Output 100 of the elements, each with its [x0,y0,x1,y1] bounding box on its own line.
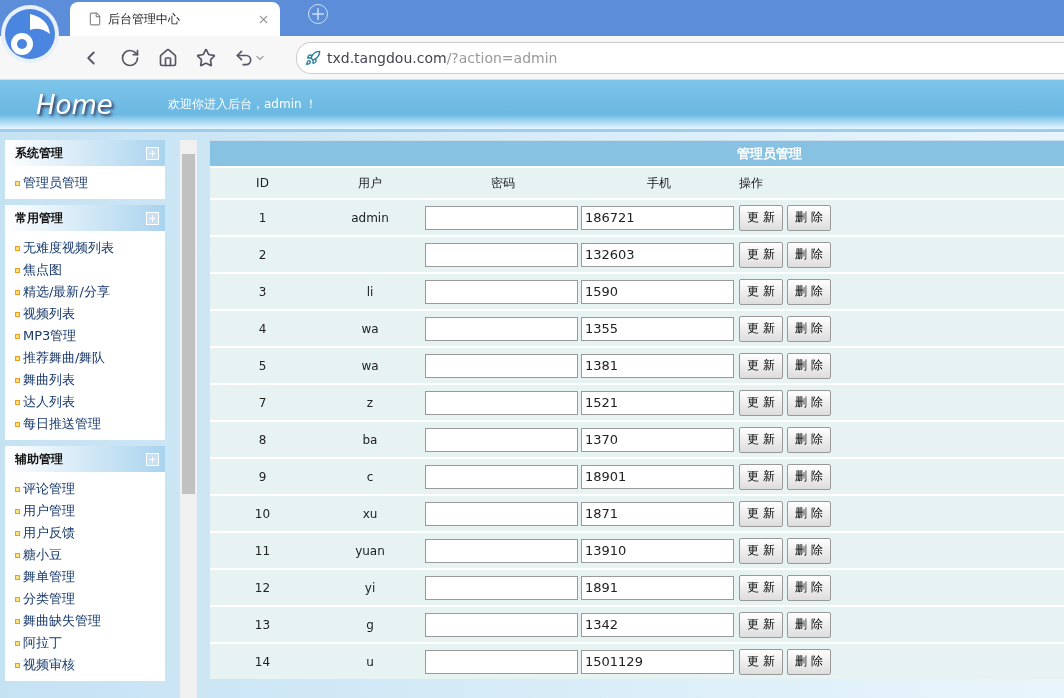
expand-icon[interactable] [146,146,159,160]
browser-tab[interactable]: 后台管理中心 [70,2,280,36]
menu-link[interactable]: MP3管理 [23,327,77,345]
scrollbar[interactable] [180,140,197,698]
phone-field[interactable]: 132603 [581,242,734,267]
table-cell-text: g [365,617,375,632]
menu-link[interactable]: 视频列表 [23,305,75,323]
delete-button[interactable]: 删 除 [787,204,831,231]
table-cell-text: 7 [257,395,268,410]
menu-link[interactable]: 推荐舞曲/舞队 [23,349,106,367]
update-button[interactable]: 更 新 [739,463,783,490]
update-button[interactable]: 更 新 [739,389,783,416]
address-field[interactable]: txd.tangdou.com/?action=admin [296,41,1064,74]
delete-button[interactable]: 删 除 [787,315,831,342]
phone-field[interactable]: 1871 [581,501,734,526]
update-button[interactable]: 更 新 [739,352,783,379]
menu-link[interactable]: 达人列表 [23,393,75,411]
update-button[interactable]: 更 新 [739,315,783,342]
update-button[interactable]: 更 新 [739,500,783,527]
password-field[interactable] [425,427,578,452]
delete-button[interactable]: 删 除 [787,537,831,564]
phone-field[interactable]: 1355 [581,316,734,341]
phone-field[interactable]: 1501129 [581,649,734,674]
password-field[interactable] [425,353,578,378]
password-field[interactable] [425,205,578,230]
expand-icon[interactable] [146,211,159,225]
phone-field[interactable]: 1370 [581,427,734,452]
password-field[interactable] [425,538,578,563]
update-button[interactable]: 更 新 [739,537,783,564]
delete-button[interactable]: 删 除 [787,352,831,379]
delete-button[interactable]: 删 除 [787,648,831,675]
phone-field[interactable]: 186721 [581,205,734,230]
menu-link[interactable]: 糖小豆 [23,546,62,564]
bullet-icon [15,574,20,580]
delete-button[interactable]: 删 除 [787,278,831,305]
password-field[interactable] [425,612,578,637]
menu-link[interactable]: 阿拉丁 [23,634,62,652]
menu-link[interactable]: 视频审核 [23,656,75,674]
menu-link[interactable]: 分类管理 [23,590,75,608]
table-cell-text: 9 [257,469,268,484]
bullet-icon [15,662,20,668]
home-icon[interactable] [158,47,178,68]
delete-button[interactable]: 删 除 [787,389,831,416]
table-cell-text: 10 [253,506,272,521]
phone-field[interactable]: 1521 [581,390,734,415]
phone-field[interactable]: 1590 [581,279,734,304]
table-cell-text: ba [361,432,379,447]
phone-field[interactable]: 13910 [581,538,734,563]
menu-link[interactable]: 舞单管理 [23,568,75,586]
menu-link[interactable]: 无难度视频列表 [23,239,114,257]
delete-button[interactable]: 删 除 [787,574,831,601]
password-field[interactable] [425,464,578,489]
table-cell-text: z [365,395,375,410]
password-field[interactable] [425,242,578,267]
delete-button[interactable]: 删 除 [787,426,831,453]
table-cell-text: 14 [253,654,272,669]
menu-link[interactable]: 管理员管理 [23,174,88,192]
menu-link[interactable]: 舞曲缺失管理 [23,612,101,630]
bullet-icon [15,640,20,646]
expand-icon[interactable] [146,452,159,466]
update-button[interactable]: 更 新 [739,241,783,268]
bullet-icon [15,333,20,339]
update-button[interactable]: 更 新 [739,611,783,638]
password-field[interactable] [425,316,578,341]
delete-button[interactable]: 删 除 [787,463,831,490]
update-button[interactable]: 更 新 [739,574,783,601]
update-button[interactable]: 更 新 [739,648,783,675]
phone-field[interactable]: 1342 [581,612,734,637]
password-field[interactable] [425,390,578,415]
phone-field[interactable]: 1891 [581,575,734,600]
menu-link[interactable]: 焦点图 [23,261,62,279]
delete-button[interactable]: 删 除 [787,500,831,527]
column-header: 密码 [490,174,516,192]
undo-icon[interactable] [234,47,254,68]
reload-icon[interactable] [120,47,140,68]
delete-button[interactable]: 删 除 [787,611,831,638]
phone-field[interactable]: 1381 [581,353,734,378]
bullet-icon [15,377,20,383]
menu-link[interactable]: 每日推送管理 [23,415,101,433]
scroll-thumb[interactable] [182,154,195,494]
table-cell-text: 3 [257,284,268,299]
menu-link[interactable]: 精选/最新/分享 [23,283,110,301]
password-field[interactable] [425,501,578,526]
password-field[interactable] [425,575,578,600]
menu-link[interactable]: 用户反馈 [23,524,75,542]
table-cell-text: 13 [253,617,272,632]
menu-link[interactable]: 用户管理 [23,502,75,520]
update-button[interactable]: 更 新 [739,204,783,231]
password-field[interactable] [425,279,578,304]
column-header: 操作 [738,174,764,192]
star-icon[interactable] [196,47,216,68]
page-icon [88,12,102,26]
menu-link[interactable]: 舞曲列表 [23,371,75,389]
update-button[interactable]: 更 新 [739,426,783,453]
update-button[interactable]: 更 新 [739,278,783,305]
delete-button[interactable]: 删 除 [787,241,831,268]
menu-link[interactable]: 评论管理 [23,480,75,498]
phone-field[interactable]: 18901 [581,464,734,489]
bullet-icon [15,289,20,295]
password-field[interactable] [425,649,578,674]
